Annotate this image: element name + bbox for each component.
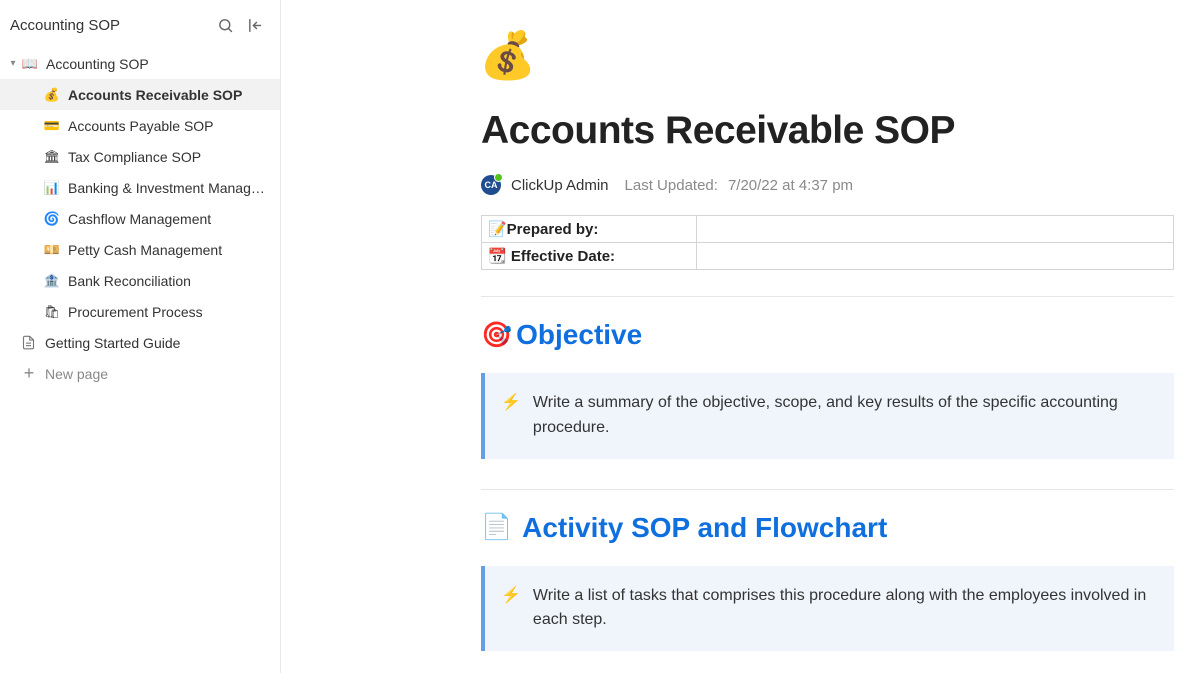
meta-table: 📝Prepared by: 📆 Effective Date: — [481, 215, 1174, 270]
sidebar-item[interactable]: 🏦 Bank Reconciliation — [0, 265, 280, 296]
sidebar-item-icon: 💰 — [42, 87, 62, 103]
sidebar-item-label: Procurement Process — [68, 304, 270, 320]
chevron-down-icon[interactable]: ▾ — [6, 58, 20, 69]
sidebar-title: Accounting SOP — [10, 17, 206, 34]
updated-value: 7/20/22 at 4:37 pm — [728, 177, 853, 194]
sidebar-item-icon: 📊 — [42, 180, 62, 196]
new-page-label: New page — [45, 366, 270, 382]
avatar[interactable]: CA — [481, 175, 501, 195]
sidebar-item-label: Accounts Payable SOP — [68, 118, 270, 134]
sidebar-item[interactable]: 📊 Banking & Investment Managem... — [0, 172, 280, 203]
sidebar-item[interactable]: 💰 Accounts Receivable SOP — [0, 79, 280, 110]
bolt-icon: ⚡ — [501, 584, 521, 634]
effective-date-label: 📆 Effective Date: — [482, 243, 697, 270]
sidebar-item-label: Banking & Investment Managem... — [68, 180, 270, 196]
plus-icon: + — [21, 363, 37, 384]
sidebar-item-icon: 💳 — [42, 118, 62, 134]
sidebar-item-icon: 🛍 — [42, 304, 62, 320]
objective-heading[interactable]: 🎯Objective — [481, 319, 1174, 351]
sidebar-item-icon: 💴 — [42, 242, 62, 258]
activity-callout-text: Write a list of tasks that comprises thi… — [533, 584, 1156, 634]
document-icon — [21, 335, 37, 351]
nav-root-item[interactable]: ▾ 📖 Accounting SOP — [0, 48, 280, 79]
collapse-sidebar-icon[interactable] — [244, 14, 266, 36]
page-title[interactable]: Accounts Receivable SOP — [481, 109, 1174, 153]
prepared-by-label: 📝Prepared by: — [482, 216, 697, 243]
objective-title-text: Objective — [516, 319, 642, 351]
sidebar-item-icon: 🏛 — [42, 149, 62, 165]
sidebar-item-label: Bank Reconciliation — [68, 273, 270, 289]
updated-label: Last Updated: — [625, 177, 718, 194]
hero-icon[interactable]: 💰 — [479, 28, 1174, 83]
search-icon[interactable] — [214, 14, 236, 36]
sidebar-item[interactable]: 🌀 Cashflow Management — [0, 203, 280, 234]
nav-root-label: Accounting SOP — [46, 56, 270, 72]
objective-callout-text: Write a summary of the objective, scope,… — [533, 391, 1156, 441]
sidebar-header: Accounting SOP — [0, 0, 280, 48]
activity-heading[interactable]: 📄 Activity SOP and Flowchart — [481, 512, 1174, 544]
nav-root-icon: 📖 — [20, 56, 40, 72]
nav-tree: ▾ 📖 Accounting SOP 💰 Accounts Receivable … — [0, 48, 280, 673]
sidebar: Accounting SOP ▾ 📖 Accounting SOP 💰 Accou… — [0, 0, 281, 673]
sidebar-item[interactable]: 💴 Petty Cash Management — [0, 234, 280, 265]
author-name[interactable]: ClickUp Admin — [511, 177, 609, 194]
page-icon: 📄 — [481, 513, 512, 542]
sidebar-item[interactable]: 🏛 Tax Compliance SOP — [0, 141, 280, 172]
bolt-icon: ⚡ — [501, 391, 521, 441]
sidebar-item[interactable]: 💳 Accounts Payable SOP — [0, 110, 280, 141]
sidebar-item-label: Tax Compliance SOP — [68, 149, 270, 165]
byline: CA ClickUp Admin Last Updated: 7/20/22 a… — [481, 175, 1174, 195]
nav-page-label: Getting Started Guide — [45, 335, 270, 351]
document-main: 💰 Accounts Receivable SOP CA ClickUp Adm… — [281, 0, 1200, 673]
sidebar-item-icon: 🏦 — [42, 273, 62, 289]
sidebar-item-label: Cashflow Management — [68, 211, 270, 227]
activity-callout[interactable]: ⚡ Write a list of tasks that comprises t… — [481, 566, 1174, 652]
prepared-by-value[interactable] — [696, 216, 1173, 243]
divider — [481, 296, 1174, 297]
effective-date-value[interactable] — [696, 243, 1173, 270]
nav-new-page[interactable]: + New page — [0, 358, 280, 389]
sidebar-item-label: Petty Cash Management — [68, 242, 270, 258]
sidebar-item-label: Accounts Receivable SOP — [68, 87, 270, 103]
nav-page-getting-started[interactable]: Getting Started Guide — [0, 327, 280, 358]
activity-title-text: Activity SOP and Flowchart — [522, 512, 887, 544]
divider — [481, 489, 1174, 490]
objective-callout[interactable]: ⚡ Write a summary of the objective, scop… — [481, 373, 1174, 459]
target-icon: 🎯 — [481, 321, 512, 350]
sidebar-item[interactable]: 🛍 Procurement Process — [0, 296, 280, 327]
sidebar-item-icon: 🌀 — [42, 211, 62, 227]
